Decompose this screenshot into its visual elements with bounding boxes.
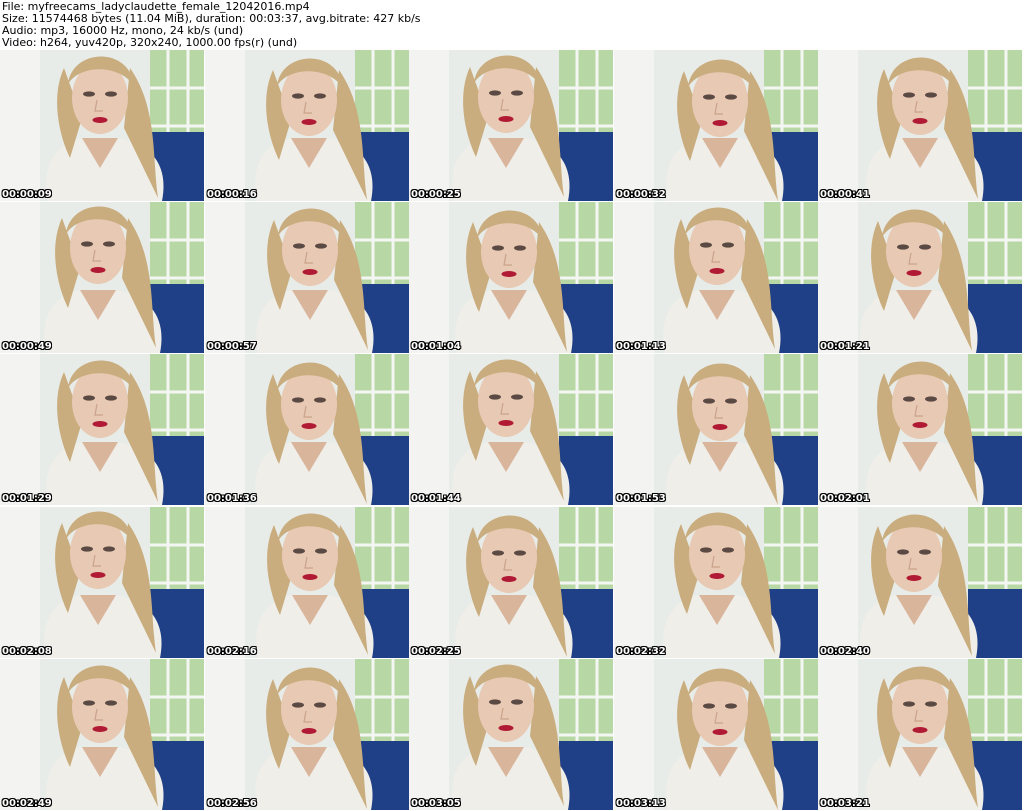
webcam-frame-image — [818, 354, 1022, 505]
thumbnail-frame: 00:01:29 — [0, 354, 204, 505]
webcam-frame-image — [205, 507, 409, 658]
thumbnail-frame: 00:01:44 — [409, 354, 613, 505]
file-info-header: File: myfreecams_ladyclaudette_female_12… — [2, 1, 1022, 49]
webcam-frame-image — [205, 354, 409, 505]
video-info-line: Video: h264, yuv420p, 320x240, 1000.00 f… — [2, 37, 298, 49]
webcam-frame-image — [818, 659, 1022, 810]
thumbnail-frame: 00:02:49 — [0, 659, 204, 810]
thumbnail-frame: 00:01:53 — [614, 354, 818, 505]
frame-timestamp: 00:00:32 — [616, 189, 666, 200]
thumbnail-grid: 00:00:09 00:00:16 00:00:25 00:00:32 00:0… — [0, 50, 1024, 811]
frame-timestamp: 00:00:49 — [2, 341, 52, 352]
frame-timestamp: 00:01:44 — [411, 493, 461, 504]
audio-info-line: Audio: mp3, 16000 Hz, mono, 24 kb/s (und… — [2, 25, 244, 37]
thumbnail-frame: 00:02:25 — [409, 507, 613, 658]
webcam-frame-image — [818, 50, 1022, 201]
frame-timestamp: 00:02:08 — [2, 646, 52, 657]
webcam-frame-image — [614, 354, 818, 505]
thumbnail-frame: 00:00:32 — [614, 50, 818, 201]
frame-timestamp: 00:00:25 — [411, 189, 461, 200]
thumbnail-frame: 00:02:01 — [818, 354, 1022, 505]
webcam-frame-image — [409, 354, 613, 505]
frame-timestamp: 00:02:16 — [207, 646, 257, 657]
webcam-frame-image — [614, 507, 818, 658]
webcam-frame-image — [614, 659, 818, 810]
webcam-frame-image — [0, 354, 204, 505]
webcam-frame-image — [205, 202, 409, 353]
webcam-frame-image — [818, 202, 1022, 353]
frame-timestamp: 00:00:09 — [2, 189, 52, 200]
thumbnail-frame: 00:00:41 — [818, 50, 1022, 201]
frame-timestamp: 00:02:40 — [820, 646, 870, 657]
webcam-frame-image — [0, 507, 204, 658]
file-name-line: File: myfreecams_ladyclaudette_female_12… — [2, 1, 310, 13]
thumbnail-frame: 00:01:36 — [205, 354, 409, 505]
frame-timestamp: 00:02:01 — [820, 493, 870, 504]
webcam-frame-image — [205, 659, 409, 810]
frame-timestamp: 00:00:41 — [820, 189, 870, 200]
frame-timestamp: 00:01:36 — [207, 493, 257, 504]
webcam-frame-image — [409, 507, 613, 658]
webcam-frame-image — [0, 202, 204, 353]
webcam-frame-image — [409, 659, 613, 810]
frame-timestamp: 00:02:49 — [2, 798, 52, 809]
frame-timestamp: 00:01:29 — [2, 493, 52, 504]
webcam-frame-image — [409, 202, 613, 353]
thumbnail-frame: 00:03:21 — [818, 659, 1022, 810]
thumbnail-frame: 00:02:32 — [614, 507, 818, 658]
webcam-frame-image — [818, 507, 1022, 658]
webcam-frame-image — [0, 50, 204, 201]
thumbnail-frame: 00:01:21 — [818, 202, 1022, 353]
thumbnail-frame: 00:02:56 — [205, 659, 409, 810]
webcam-frame-image — [614, 50, 818, 201]
frame-timestamp: 00:01:53 — [616, 493, 666, 504]
frame-timestamp: 00:02:56 — [207, 798, 257, 809]
frame-timestamp: 00:03:05 — [411, 798, 461, 809]
frame-timestamp: 00:01:13 — [616, 341, 666, 352]
frame-timestamp: 00:02:25 — [411, 646, 461, 657]
thumbnail-frame: 00:00:25 — [409, 50, 613, 201]
frame-timestamp: 00:01:04 — [411, 341, 461, 352]
frame-timestamp: 00:02:32 — [616, 646, 666, 657]
frame-timestamp: 00:03:21 — [820, 798, 870, 809]
thumbnail-frame: 00:02:08 — [0, 507, 204, 658]
thumbnail-frame: 00:01:13 — [614, 202, 818, 353]
thumbnail-frame: 00:03:05 — [409, 659, 613, 810]
thumbnail-frame: 00:02:16 — [205, 507, 409, 658]
thumbnail-frame: 00:00:16 — [205, 50, 409, 201]
thumbnail-frame: 00:01:04 — [409, 202, 613, 353]
thumbnail-frame: 00:00:57 — [205, 202, 409, 353]
frame-timestamp: 00:01:21 — [820, 341, 870, 352]
thumbnail-frame: 00:00:49 — [0, 202, 204, 353]
thumbnail-frame: 00:03:13 — [614, 659, 818, 810]
thumbnail-frame: 00:00:09 — [0, 50, 204, 201]
file-size-line: Size: 11574468 bytes (11.04 MiB), durati… — [2, 13, 421, 25]
frame-timestamp: 00:03:13 — [616, 798, 666, 809]
webcam-frame-image — [409, 50, 613, 201]
webcam-frame-image — [205, 50, 409, 201]
thumbnail-frame: 00:02:40 — [818, 507, 1022, 658]
frame-timestamp: 00:00:16 — [207, 189, 257, 200]
frame-timestamp: 00:00:57 — [207, 341, 257, 352]
webcam-frame-image — [0, 659, 204, 810]
webcam-frame-image — [614, 202, 818, 353]
